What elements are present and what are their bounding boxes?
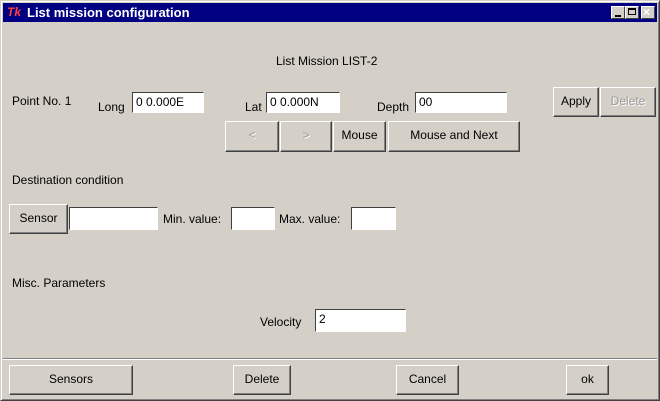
destination-condition-heading: Destination condition [12,173,124,187]
long-input[interactable]: 0 0.000E [132,92,204,113]
mission-title: List Mission LIST-2 [276,54,378,68]
sensors-button[interactable]: Sensors [9,365,133,395]
window-title: List mission configuration [27,5,190,20]
apply-button[interactable]: Apply [553,87,599,117]
min-value-input[interactable] [231,207,275,230]
lat-input[interactable]: 0 0.000N [266,92,340,113]
tk-logo-icon: Tk [7,5,22,19]
next-point-button[interactable]: > [280,121,332,152]
close-icon[interactable]: × [641,5,655,19]
mouse-and-next-button[interactable]: Mouse and Next [388,121,520,152]
depth-input[interactable]: 00 [415,92,507,113]
delete-button[interactable]: Delete [233,365,291,395]
lat-label: Lat [245,100,262,114]
previous-point-button[interactable]: < [225,121,279,152]
bottom-button-bar: Sensors Delete Cancel ok [3,358,657,398]
sensor-input[interactable] [69,207,158,230]
velocity-label: Velocity [260,315,302,329]
max-value-input[interactable] [351,207,396,230]
max-value-label: Max. value: [279,212,341,226]
title-bar[interactable]: Tk List mission configuration × [3,3,657,22]
point-number-label: Point No. 1 [12,94,72,108]
delete-point-button[interactable]: Delete [600,87,656,117]
depth-label: Depth [377,100,410,114]
cancel-button[interactable]: Cancel [396,365,459,395]
list-mission-window: Tk List mission configuration × List Mis… [0,0,660,401]
sensor-button[interactable]: Sensor [9,204,68,234]
maximize-icon[interactable] [625,6,639,19]
long-label: Long [98,100,125,114]
misc-parameters-heading: Misc. Parameters [12,276,106,290]
mouse-button[interactable]: Mouse [333,121,386,152]
min-value-label: Min. value: [163,212,222,226]
velocity-input[interactable]: 2 [315,309,406,332]
minimize-icon[interactable] [611,6,625,19]
ok-button[interactable]: ok [566,365,609,395]
